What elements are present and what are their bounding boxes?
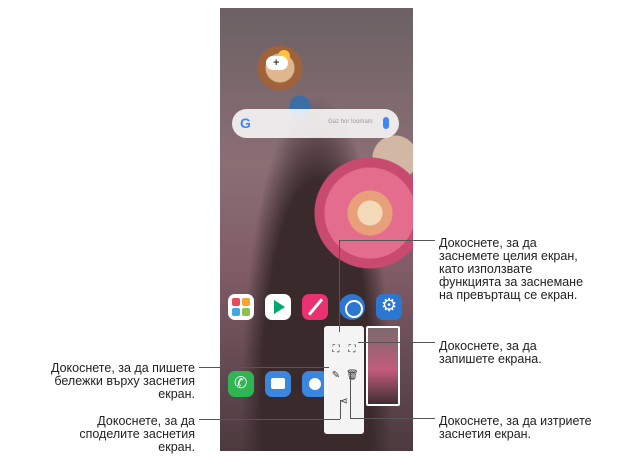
phone-app-icon[interactable] xyxy=(228,371,254,397)
clock-app-icon[interactable] xyxy=(339,294,365,320)
leader-line xyxy=(199,419,340,420)
leader-line xyxy=(350,418,435,419)
leader-line xyxy=(358,342,435,343)
weather-widget[interactable]: + xyxy=(264,48,294,72)
leader-line xyxy=(350,372,351,418)
plus-icon: + xyxy=(273,57,280,69)
capture-extended-icon[interactable]: ⛶ xyxy=(346,344,358,356)
messages-app-icon[interactable] xyxy=(265,371,291,397)
settings-icon[interactable] xyxy=(376,294,402,320)
phone-screen: + G Gaz hor Ioomam ⛶ ⛶ ✎ 🗑 ⋖ xyxy=(220,8,413,451)
search-hint: Gaz hor Ioomam xyxy=(328,119,373,125)
annotation-line: заснетия екран. xyxy=(439,427,532,441)
annotation-line: екран. xyxy=(158,387,195,401)
google-search-bar[interactable]: G Gaz hor Ioomam xyxy=(232,109,399,138)
annotation-capture-full: Докоснете, за да заснемете целия екран, … xyxy=(439,237,629,302)
annotation-line: на превъртащ се екран. xyxy=(439,288,578,302)
pen-app-icon[interactable] xyxy=(302,294,328,320)
gallery-app-icon[interactable] xyxy=(228,294,254,320)
leader-line xyxy=(339,240,435,241)
home-app-row xyxy=(228,294,408,322)
annotation-record-screen: Докоснете, за да запишете екрана. xyxy=(439,340,629,366)
leader-line xyxy=(340,400,341,419)
annotation-share: Докоснете, за да споделите заснетия екра… xyxy=(0,415,195,454)
pen-icon[interactable]: ✎ xyxy=(330,370,342,382)
microphone-icon[interactable] xyxy=(383,117,389,129)
leader-line xyxy=(199,367,329,368)
play-store-icon[interactable] xyxy=(265,294,291,320)
capture-full-icon[interactable]: ⛶ xyxy=(330,344,342,356)
annotation-delete: Докоснете, за да изтриете заснетия екран… xyxy=(439,415,634,441)
google-icon: G xyxy=(240,115,251,131)
annotation-write-notes: Докоснете, за да пишете бележки върху за… xyxy=(0,362,195,401)
captured-screen-thumbnail[interactable] xyxy=(366,326,400,406)
leader-line xyxy=(339,240,340,332)
annotation-line: екран. xyxy=(158,440,195,454)
trash-icon[interactable]: 🗑 xyxy=(346,370,359,382)
annotation-line: запишете екрана. xyxy=(439,352,542,366)
